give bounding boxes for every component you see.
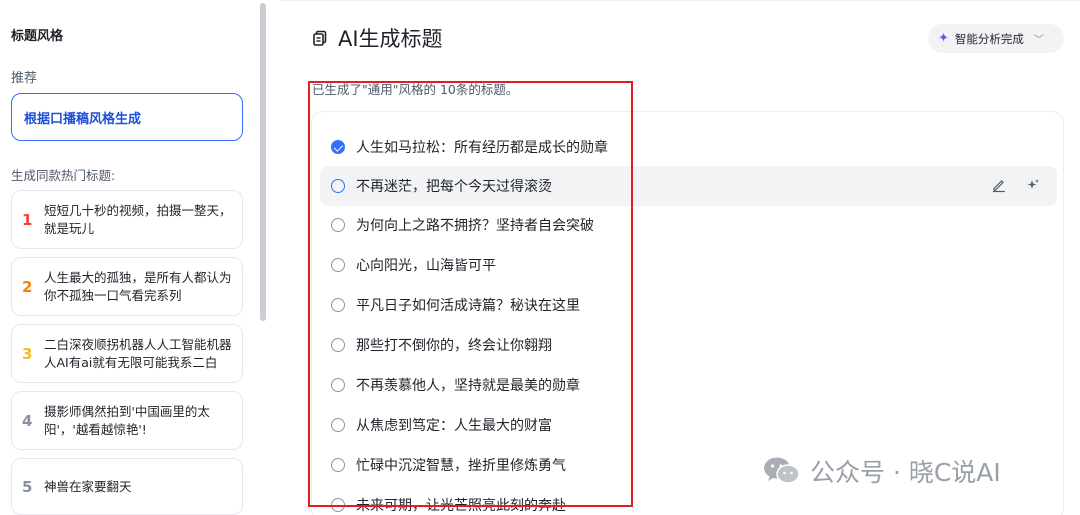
divider <box>280 0 1080 1</box>
page-header: AI生成标题 <box>312 23 443 53</box>
hot-title-rank: 4 <box>22 411 33 430</box>
hot-title-text: 短短几十秒的视频，拍摄一整天，就是玩儿 <box>44 202 232 236</box>
hot-title-rank: 2 <box>22 277 33 296</box>
sidebar-scrollbar[interactable] <box>260 3 266 321</box>
sparkle-icon: ✦ <box>938 31 949 46</box>
hot-title-rank: 5 <box>22 477 33 496</box>
hot-title-item[interactable]: 1 短短几十秒的视频，拍摄一整天，就是玩儿 <box>11 190 243 249</box>
hot-title-item[interactable]: 5 神兽在家要翻天 <box>11 458 243 515</box>
hot-title-text: 人生最大的孤独，是所有人都认为你不孤独一口气看完系列 <box>44 269 232 303</box>
page-title: AI生成标题 <box>338 27 443 51</box>
hot-title-text: 摄影师偶然拍到'中国画里的太阳'，'越看越惊艳'! <box>44 403 210 437</box>
style-from-script-button[interactable]: 根据口播稿风格生成 <box>11 93 243 141</box>
copy-icon <box>313 30 327 46</box>
watermark: 公众号 · 晓C说AI <box>762 453 1001 489</box>
hot-titles-label: 生成同款热门标题: <box>11 168 116 183</box>
analysis-status-dropdown[interactable]: ✦ 智能分析完成 ﹀ <box>928 24 1064 53</box>
hot-title-item[interactable]: 2 人生最大的孤独，是所有人都认为你不孤独一口气看完系列 <box>11 257 243 316</box>
recommend-label: 推荐 <box>11 71 38 86</box>
row-tools <box>991 177 1041 193</box>
sidebar-heading: 标题风格 <box>11 29 64 44</box>
hot-title-rank: 1 <box>22 210 33 229</box>
sidebar: 标题风格 推荐 根据口播稿风格生成 生成同款热门标题: 1 短短几十秒的视频，拍… <box>0 0 256 515</box>
hot-title-item[interactable]: 3 二白深夜顺拐机器人人工智能机器人AI有ai就有无限可能我系二白 <box>11 324 243 383</box>
hot-title-text: 二白深夜顺拐机器人人工智能机器人AI有ai就有无限可能我系二白 <box>44 336 232 370</box>
hot-title-item[interactable]: 4 摄影师偶然拍到'中国画里的太阳'，'越看越惊艳'! <box>11 391 243 450</box>
annotation-highlight-box <box>308 81 633 507</box>
wechat-icon <box>764 457 800 484</box>
edit-icon[interactable] <box>991 177 1007 193</box>
hot-title-rank: 3 <box>22 344 33 363</box>
ai-rewrite-icon[interactable] <box>1025 177 1041 193</box>
status-label: 智能分析完成 <box>954 31 1024 46</box>
hot-title-text: 神兽在家要翻天 <box>44 478 132 494</box>
watermark-text: 公众号 · 晓C说AI <box>810 458 1001 487</box>
chevron-down-icon: ﹀ <box>1033 35 1044 46</box>
